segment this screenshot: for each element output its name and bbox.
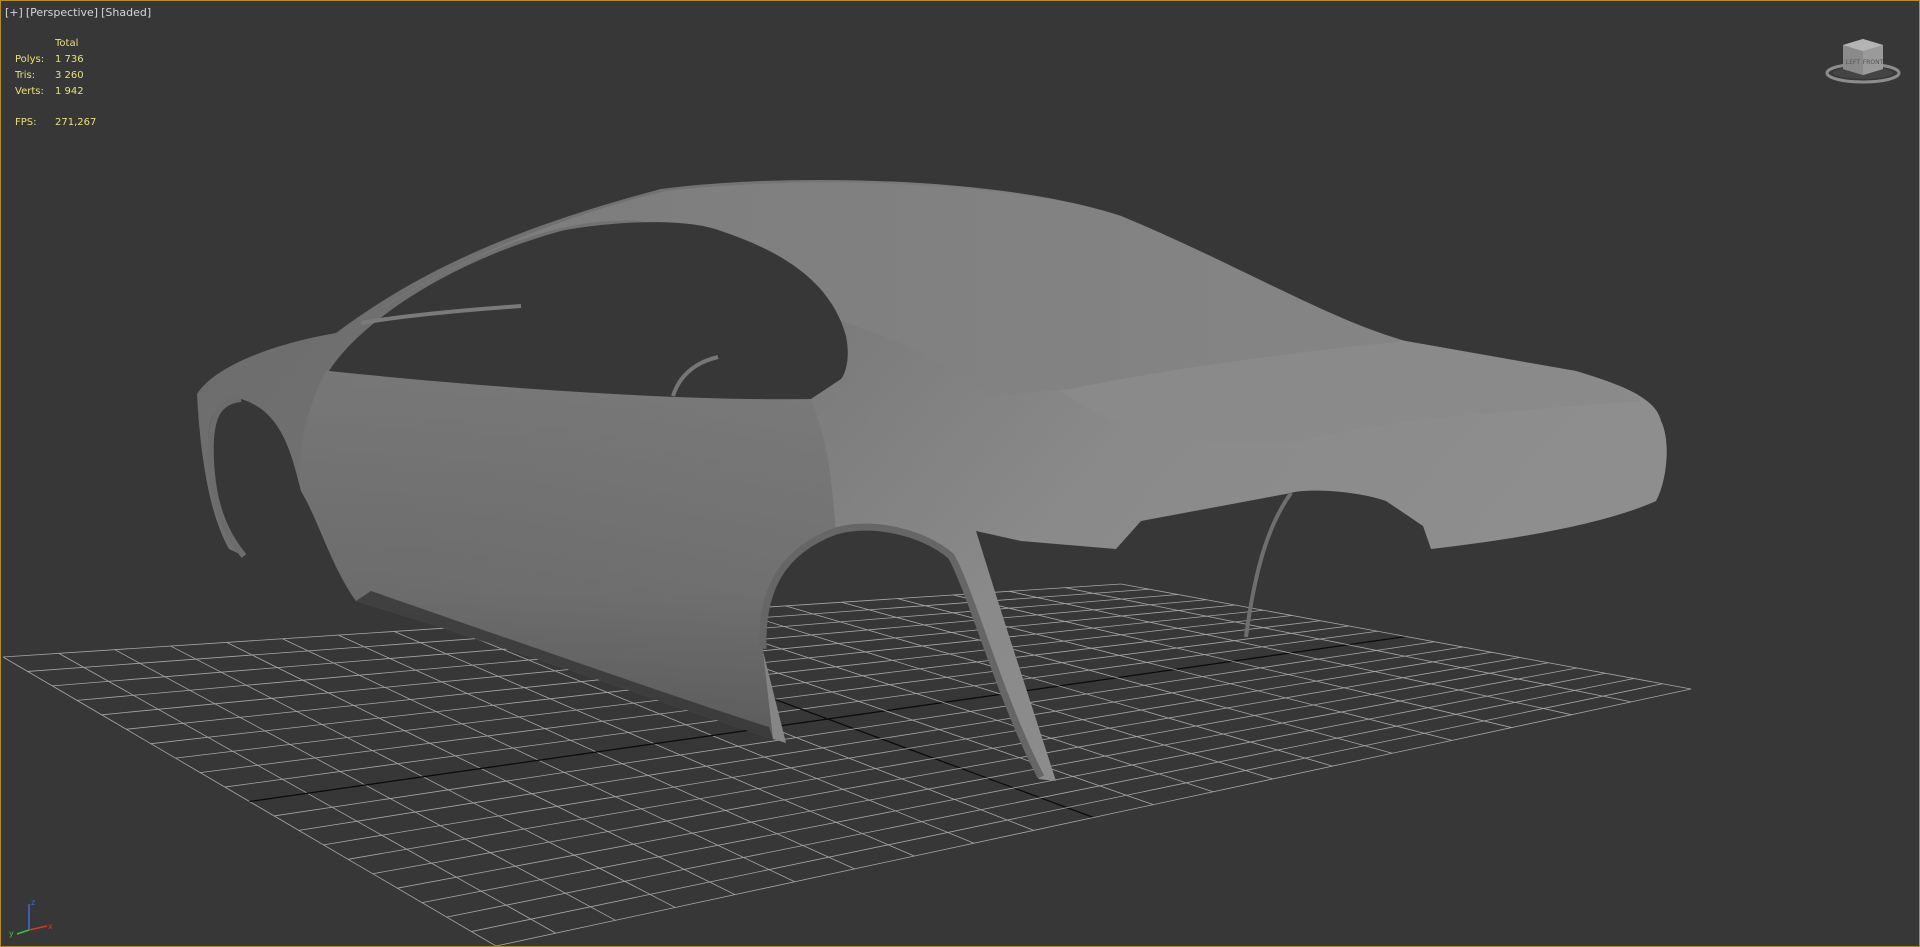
fps-value: 271,267 <box>55 117 97 128</box>
shading-mode-menu[interactable]: [Shaded] <box>101 6 151 19</box>
scene-statistics: Total Polys: 1 736 Tris: 3 260 Verts: 1 942… <box>15 36 96 131</box>
viewcube-icon[interactable]: LEFT FRONT <box>1825 35 1901 85</box>
tris-value: 3 260 <box>55 70 84 81</box>
tris-label: Tris: <box>15 70 36 81</box>
axis-x-label: x <box>48 922 53 931</box>
grid-line <box>495 688 1692 946</box>
polys-label: Polys: <box>15 54 45 65</box>
stats-header: Total <box>55 38 79 49</box>
grid-line <box>446 678 1635 918</box>
axis-z-label: z <box>31 898 35 907</box>
viewport-scene[interactable] <box>1 1 1919 946</box>
grid-line <box>1120 583 1692 690</box>
car-body-mesh[interactable] <box>197 179 1667 781</box>
verts-label: Verts: <box>15 86 44 97</box>
polys-value: 1 736 <box>55 54 84 65</box>
car-front-strut <box>1244 491 1293 638</box>
perspective-viewport[interactable]: [+] [Perspective] [Shaded] Total Polys: 1 7… <box>0 0 1920 947</box>
ground-grid <box>2 583 1692 946</box>
axis-tripod-icon: z x y <box>9 898 53 938</box>
viewport-label-menu: [+] [Perspective] [Shaded] <box>5 6 151 19</box>
viewcube-left-face[interactable]: LEFT <box>1846 59 1860 66</box>
viewport-menu-button[interactable]: [+] <box>5 6 23 19</box>
car-side-panel <box>300 371 836 739</box>
axis-y-label: y <box>9 929 14 938</box>
viewcube-front-face[interactable]: FRONT <box>1863 59 1884 66</box>
fps-label: FPS: <box>15 117 37 128</box>
view-type-menu[interactable]: [Perspective] <box>26 6 98 19</box>
verts-value: 1 942 <box>55 86 84 97</box>
car-rear-arch <box>207 396 247 558</box>
